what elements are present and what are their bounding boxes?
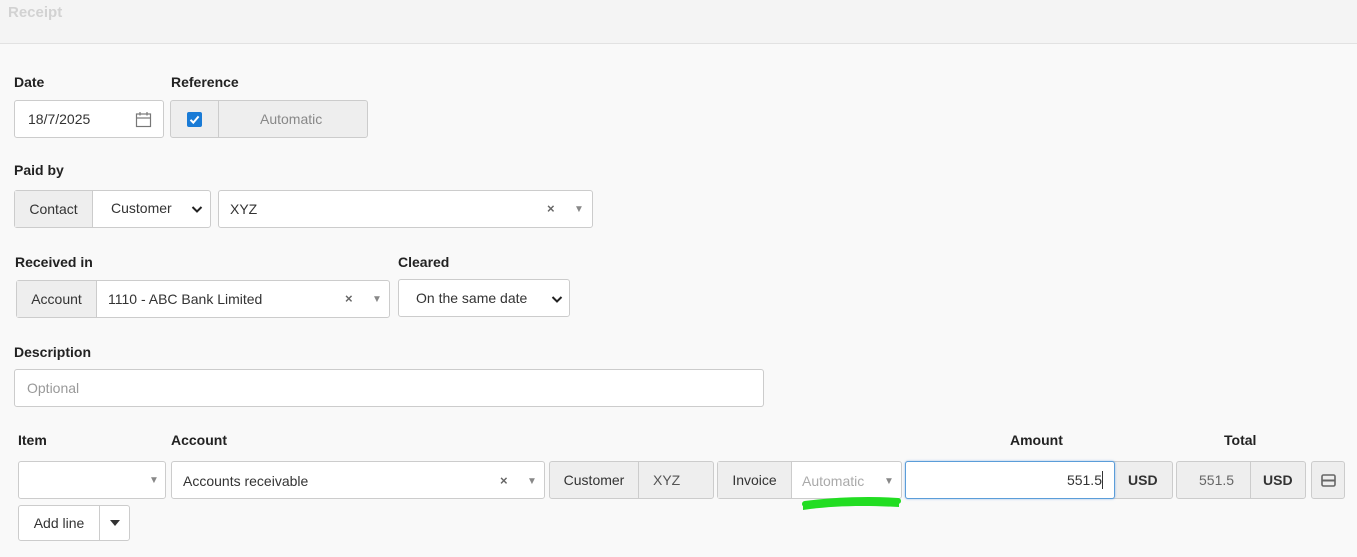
amount-group: 551.5 USD (905, 461, 1173, 499)
item-select[interactable]: ▼ (18, 461, 166, 499)
text-cursor (1102, 471, 1103, 489)
highlight-mark (802, 497, 901, 510)
add-line-group: Add line (18, 505, 130, 541)
amount-column-header: Amount (1010, 432, 1063, 448)
dropdown-caret-icon[interactable]: ▼ (149, 475, 159, 486)
received-in-account-value: 1110 - ABC Bank Limited (108, 291, 263, 307)
invoice-placeholder: Automatic (802, 473, 865, 489)
chevron-down-icon (551, 296, 563, 303)
contact-addon-label: Contact (29, 201, 78, 217)
reference-auto-checkbox[interactable] (187, 111, 202, 127)
invoice-addon-label: Invoice (732, 472, 777, 488)
total-currency: USD (1263, 472, 1293, 488)
reference-label: Reference (171, 74, 239, 90)
total-group: 551.5 USD (1176, 461, 1306, 499)
invoice-addon: Invoice (718, 462, 792, 498)
chevron-down-icon (191, 206, 203, 213)
reference-group: Automatic (170, 100, 368, 138)
dropdown-caret-icon[interactable]: ▼ (372, 294, 382, 305)
line-options-icon (1320, 473, 1336, 487)
clear-icon[interactable]: × (547, 201, 555, 216)
account-addon: Account (17, 281, 97, 317)
dropdown-caret-icon[interactable]: ▼ (574, 204, 584, 215)
page-header: Receipt (0, 0, 1357, 44)
line-account-select[interactable]: Accounts receivable × ▼ (171, 461, 545, 499)
dropdown-caret-icon[interactable]: ▼ (884, 476, 894, 487)
dropdown-caret-icon[interactable]: ▼ (527, 476, 537, 487)
account-addon-label: Account (31, 291, 82, 307)
clear-icon[interactable]: × (500, 473, 508, 488)
reference-checkbox-wrapper[interactable] (171, 101, 219, 137)
received-in-label: Received in (15, 254, 93, 270)
contact-value: XYZ (230, 201, 258, 217)
cleared-value: On the same date (416, 290, 528, 306)
customer-group: Customer XYZ (549, 461, 714, 499)
date-input[interactable]: 18/7/2025 (14, 100, 164, 138)
customer-value: XYZ (653, 472, 681, 488)
date-value: 18/7/2025 (28, 111, 91, 127)
page-title: Receipt (8, 4, 63, 21)
paid-by-label: Paid by (14, 162, 64, 178)
amount-value: 551.5 (1066, 472, 1102, 488)
received-in-account-select[interactable]: 1110 - ABC Bank Limited × ▼ (97, 281, 390, 317)
received-in-group: Account 1110 - ABC Bank Limited × ▼ (16, 280, 390, 318)
total-divider (1250, 462, 1251, 498)
customer-addon-label: Customer (563, 472, 625, 488)
cleared-select[interactable]: On the same date (398, 279, 570, 317)
contact-addon: Contact (15, 191, 93, 227)
description-field[interactable]: Optional (14, 369, 764, 407)
customer-addon: Customer (550, 462, 639, 498)
date-label: Date (14, 74, 45, 90)
reference-value: Automatic (260, 111, 323, 127)
description-label: Description (14, 344, 92, 360)
add-line-button[interactable]: Add line (19, 506, 100, 540)
clear-icon[interactable]: × (345, 291, 353, 306)
contact-type-value: Customer (111, 200, 172, 216)
description-placeholder: Optional (27, 380, 80, 396)
line-options-button[interactable] (1311, 461, 1345, 499)
caret-down-icon (110, 520, 120, 526)
amount-currency: USD (1128, 472, 1158, 488)
contact-type-select[interactable]: Customer (93, 191, 211, 227)
paid-by-type-group: Contact Customer (14, 190, 211, 228)
total-value: 551.5 (1199, 472, 1235, 488)
contact-select[interactable]: XYZ × ▼ (218, 190, 593, 228)
add-line-label: Add line (33, 515, 85, 531)
total-column-header: Total (1224, 432, 1257, 448)
cleared-label: Cleared (398, 254, 450, 270)
item-column-header: Item (18, 432, 47, 448)
calendar-icon[interactable] (135, 111, 152, 128)
add-line-dropdown-button[interactable] (100, 506, 130, 540)
amount-input[interactable]: 551.5 (905, 461, 1115, 499)
account-column-header: Account (171, 432, 227, 448)
line-account-value: Accounts receivable (183, 473, 309, 489)
